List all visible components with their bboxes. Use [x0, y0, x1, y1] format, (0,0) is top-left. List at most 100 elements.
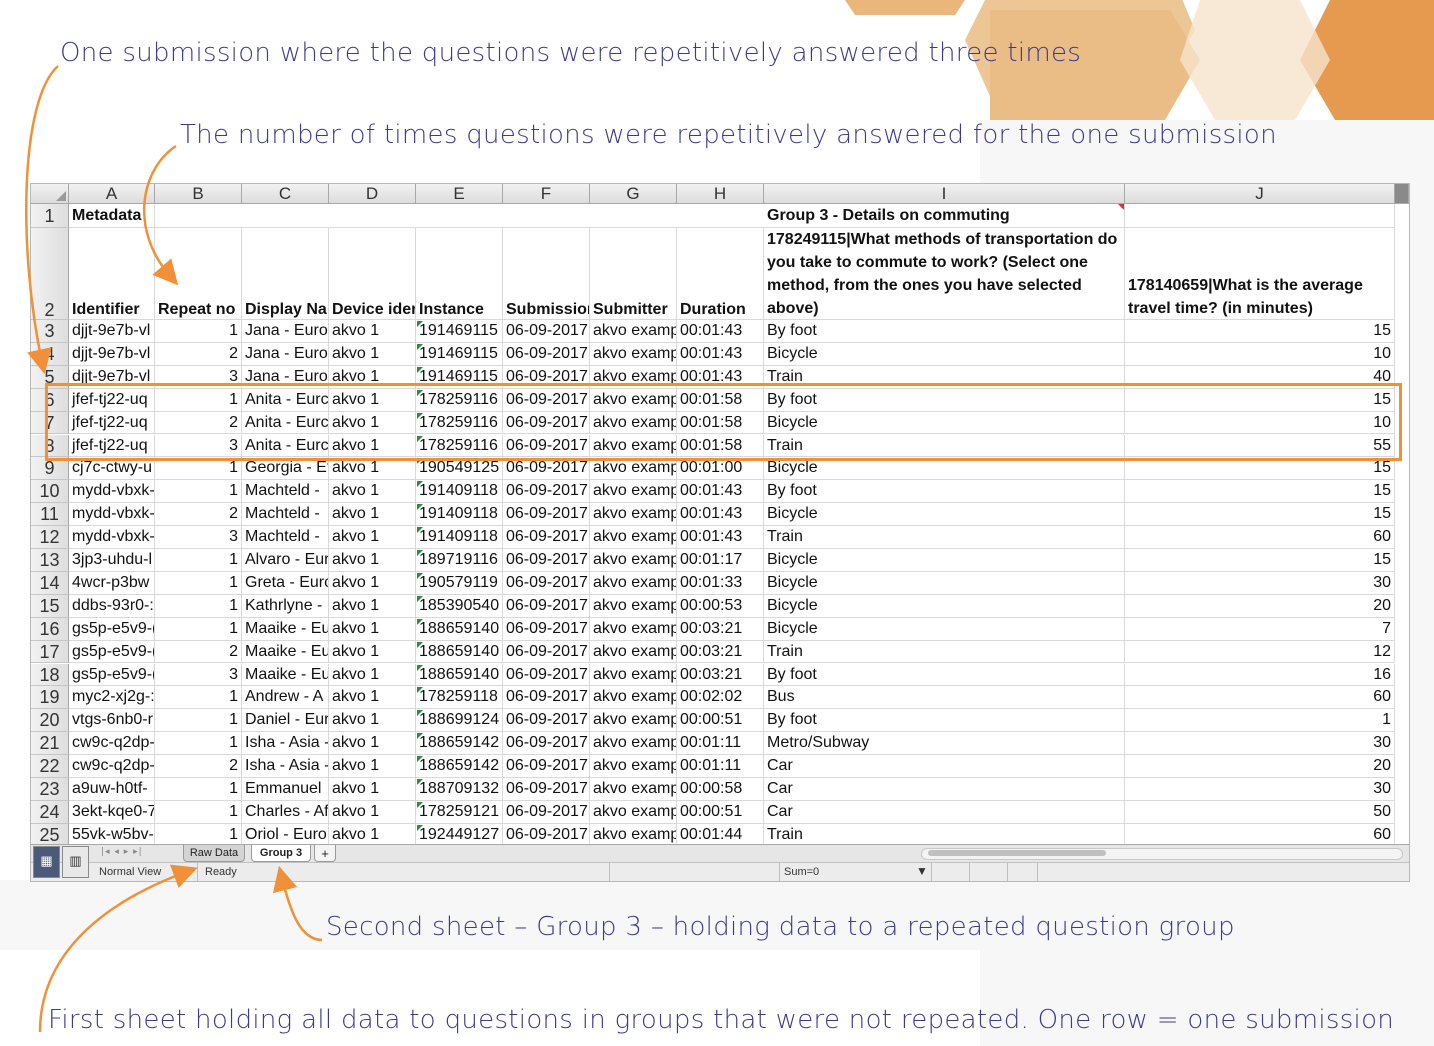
submission-date-cell[interactable]: 06-09-2017 — [503, 503, 590, 527]
display-name-cell[interactable]: Machteld - — [242, 526, 329, 549]
row-header[interactable]: 10 — [31, 480, 69, 504]
identifier-cell[interactable]: 3ekt-kqe0-7 — [69, 800, 155, 824]
repeat-no-cell[interactable]: 1 — [155, 778, 242, 801]
display-name-cell[interactable]: Emmanuel — [242, 778, 329, 801]
column-header-i[interactable]: I — [764, 184, 1125, 204]
header-submission[interactable]: Submission — [503, 228, 590, 320]
transport-method-cell[interactable]: By foot — [764, 663, 1125, 687]
scroll-thumb[interactable] — [928, 850, 1106, 856]
column-header-h[interactable]: H — [677, 184, 764, 204]
travel-time-cell[interactable]: 15 — [1125, 480, 1395, 504]
submitter-cell[interactable]: akvo examp — [590, 342, 677, 366]
duration-cell[interactable]: 00:03:21 — [677, 663, 764, 687]
submission-date-cell[interactable]: 06-09-2017 — [503, 709, 590, 733]
submitter-cell[interactable]: akvo examp — [590, 526, 677, 549]
duration-cell[interactable]: 00:01:43 — [677, 526, 764, 549]
repeat-no-cell[interactable]: 3 — [155, 526, 242, 549]
column-header-b[interactable]: B — [155, 184, 242, 204]
device-cell[interactable]: akvo 1 — [329, 686, 416, 710]
submission-date-cell[interactable]: 06-09-2017 — [503, 571, 590, 595]
duration-cell[interactable]: 00:00:51 — [677, 709, 764, 733]
submitter-cell[interactable]: akvo examp — [590, 663, 677, 687]
submission-date-cell[interactable]: 06-09-2017 — [503, 526, 590, 549]
display-name-cell[interactable]: Alvaro - Eur — [242, 549, 329, 572]
duration-cell[interactable]: 00:00:51 — [677, 800, 764, 824]
row-header[interactable]: 22 — [31, 755, 69, 778]
display-name-cell[interactable]: Jana - Euro| — [242, 320, 329, 343]
add-sheet-button[interactable]: + — [314, 845, 336, 862]
identifier-cell[interactable]: 3jp3-uhdu-l — [69, 549, 155, 572]
submitter-cell[interactable]: akvo examp — [590, 709, 677, 733]
identifier-cell[interactable]: ddbs-93r0-: — [69, 594, 155, 618]
instance-cell[interactable]: 188659140 — [416, 617, 503, 641]
header-device[interactable]: Device ider — [329, 228, 416, 320]
submission-date-cell[interactable]: 06-09-2017 — [503, 320, 590, 343]
duration-cell[interactable]: 00:01:43 — [677, 320, 764, 343]
submission-date-cell[interactable]: 06-09-2017 — [503, 755, 590, 778]
row-header[interactable]: 15 — [31, 594, 69, 618]
travel-time-cell[interactable]: 10 — [1125, 342, 1395, 366]
submitter-cell[interactable]: akvo examp — [590, 778, 677, 801]
duration-cell[interactable]: 00:01:43 — [677, 480, 764, 504]
empty-cell[interactable] — [155, 204, 764, 228]
transport-method-cell[interactable]: Car — [764, 800, 1125, 824]
travel-time-cell[interactable]: 12 — [1125, 640, 1395, 664]
submitter-cell[interactable]: akvo examp — [590, 617, 677, 641]
instance-cell[interactable]: 191469115 — [416, 342, 503, 366]
device-cell[interactable]: akvo 1 — [329, 594, 416, 618]
vertical-scrollbar-top[interactable] — [1395, 184, 1409, 204]
travel-time-cell[interactable]: 1 — [1125, 709, 1395, 733]
column-header-a[interactable]: A — [69, 184, 155, 204]
header-question-transport[interactable]: 178249115|What methods of transportation… — [764, 228, 1125, 320]
display-name-cell[interactable]: Machteld - — [242, 503, 329, 527]
identifier-cell[interactable]: mydd-vbxk- — [69, 503, 155, 527]
submitter-cell[interactable]: akvo examp — [590, 800, 677, 824]
instance-cell[interactable]: 188709132 — [416, 778, 503, 801]
duration-cell[interactable]: 00:01:11 — [677, 732, 764, 756]
column-header-f[interactable]: F — [503, 184, 590, 204]
duration-cell[interactable]: 00:01:43 — [677, 342, 764, 366]
header-duration[interactable]: Duration — [677, 228, 764, 320]
device-cell[interactable]: akvo 1 — [329, 709, 416, 733]
device-cell[interactable]: akvo 1 — [329, 617, 416, 641]
identifier-cell[interactable]: gs5p-e5v9-( — [69, 663, 155, 687]
repeat-no-cell[interactable]: 2 — [155, 640, 242, 664]
submission-date-cell[interactable]: 06-09-2017 — [503, 480, 590, 504]
identifier-cell[interactable]: a9uw-h0tf- — [69, 778, 155, 801]
identifier-cell[interactable]: djjt-9e7b-vl — [69, 320, 155, 343]
submitter-cell[interactable]: akvo examp — [590, 686, 677, 710]
instance-cell[interactable]: 188659140 — [416, 640, 503, 664]
submission-date-cell[interactable]: 06-09-2017 — [503, 594, 590, 618]
empty-cell[interactable] — [1125, 204, 1395, 228]
horizontal-scrollbar[interactable] — [921, 848, 1403, 860]
row-header[interactable]: 3 — [31, 320, 69, 343]
identifier-cell[interactable]: cw9c-q2dp- — [69, 755, 155, 778]
submitter-cell[interactable]: akvo examp — [590, 732, 677, 756]
instance-cell[interactable]: 191469115 — [416, 320, 503, 343]
column-header-j[interactable]: J — [1125, 184, 1395, 204]
device-cell[interactable]: akvo 1 — [329, 320, 416, 343]
header-repeat-no[interactable]: Repeat no — [155, 228, 242, 320]
instance-cell[interactable]: 191409118 — [416, 526, 503, 549]
display-name-cell[interactable]: Maaike - Eu — [242, 640, 329, 664]
header-instance[interactable]: Instance — [416, 228, 503, 320]
display-name-cell[interactable]: Andrew - A — [242, 686, 329, 710]
header-submitter[interactable]: Submitter — [590, 228, 677, 320]
header-display-name[interactable]: Display Nar — [242, 228, 329, 320]
repeat-no-cell[interactable]: 1 — [155, 732, 242, 756]
repeat-no-cell[interactable]: 1 — [155, 800, 242, 824]
transport-method-cell[interactable]: Bicycle — [764, 503, 1125, 527]
header-identifier[interactable]: Identifier — [69, 228, 155, 320]
identifier-cell[interactable]: myc2-xj2g-: — [69, 686, 155, 710]
display-name-cell[interactable]: Maaike - Eu — [242, 617, 329, 641]
display-name-cell[interactable]: Isha - Asia - — [242, 755, 329, 778]
repeat-no-cell[interactable]: 3 — [155, 663, 242, 687]
column-header-e[interactable]: E — [416, 184, 503, 204]
submission-date-cell[interactable]: 06-09-2017 — [503, 686, 590, 710]
repeat-no-cell[interactable]: 2 — [155, 503, 242, 527]
instance-cell[interactable]: 190579119 — [416, 571, 503, 595]
travel-time-cell[interactable]: 7 — [1125, 617, 1395, 641]
repeat-no-cell[interactable]: 1 — [155, 480, 242, 504]
device-cell[interactable]: akvo 1 — [329, 778, 416, 801]
chevron-down-icon[interactable]: ▼ — [916, 864, 928, 878]
